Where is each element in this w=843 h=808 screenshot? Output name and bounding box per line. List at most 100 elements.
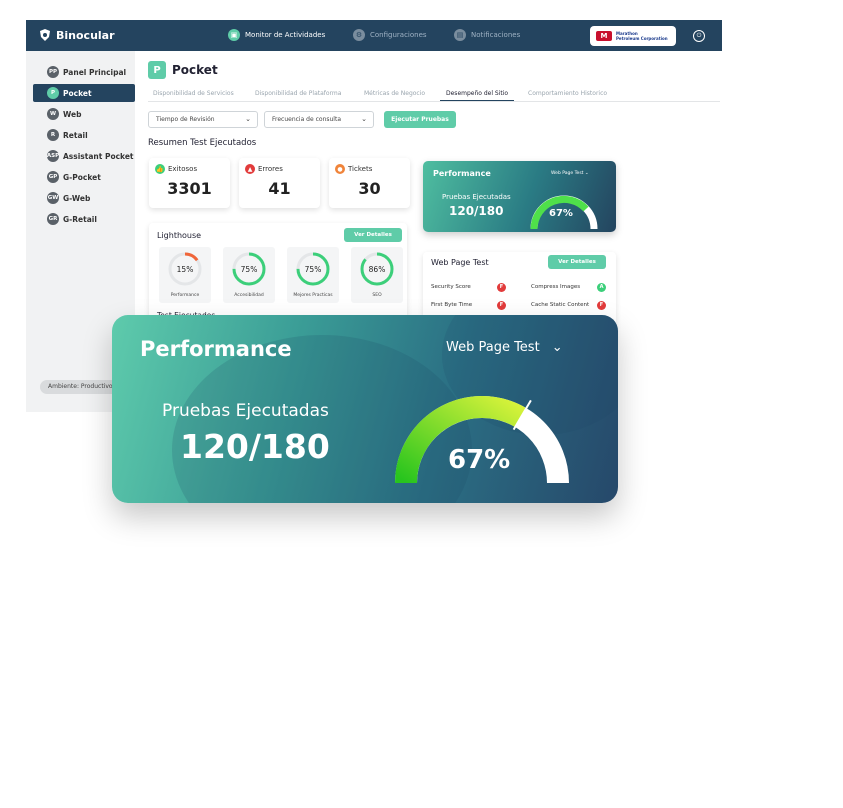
top-navbar: Binocular ▣ Monitor de Actividades ⚙ Con…: [26, 20, 722, 51]
lighthouse-mejores-practicas: 75% Mejores Practicas: [287, 247, 339, 303]
chevron-down-icon: ⌄: [584, 171, 589, 176]
lighthouse-title: Lighthouse: [157, 231, 202, 240]
sidebar-badge: ASP: [47, 150, 59, 162]
lighthouse-value: 86%: [368, 265, 386, 274]
sidebar-item-panel-principal[interactable]: PP Panel Principal: [33, 63, 135, 81]
sidebar-item-label: Panel Principal: [63, 67, 127, 77]
lighthouse-label: Accesibilidad: [234, 293, 264, 298]
nav-label: Configuraciones: [370, 31, 427, 39]
lighthouse-label: Mejores Practicas: [293, 293, 333, 298]
sidebar-badge: GR: [47, 213, 59, 225]
sidebar-item-g-web[interactable]: GW G-Web: [33, 189, 135, 207]
sidebar-item-g-pocket[interactable]: GP G-Pocket: [33, 168, 135, 186]
wpt-row-label: Security Score: [431, 284, 471, 290]
performance-title: Performance: [433, 169, 491, 178]
stat-label: Exitosos: [168, 165, 198, 173]
brand-name: Binocular: [56, 28, 115, 42]
sidebar-item-label: Retail: [63, 130, 88, 140]
wpt-grade: A: [597, 283, 606, 292]
sidebar-item-label: G-Retail: [63, 214, 97, 224]
sidebar-item-label: Assistant Pocket: [63, 151, 134, 161]
sidebar-item-assistant-pocket[interactable]: ASP Assistant Pocket: [33, 147, 135, 165]
performance-selector[interactable]: Web Page Test ⌄: [551, 171, 589, 176]
page-title-text: Pocket: [172, 63, 218, 77]
sidebar-item-label: Pocket: [63, 88, 92, 98]
page-title: P Pocket: [148, 61, 218, 79]
tab-disponibilidad-plataforma[interactable]: Disponibilidad de Plataforma: [255, 90, 341, 97]
ticket-icon: ●: [335, 164, 345, 174]
tests-value: 120/180: [180, 427, 330, 466]
web-page-test-details-button[interactable]: Ver Detalles: [548, 255, 606, 269]
nav-label: Monitor de Actividades: [245, 31, 326, 39]
tab-disponibilidad-servicios[interactable]: Disponibilidad de Servicios: [153, 90, 234, 97]
time-select[interactable]: Tiempo de Revisión ⌄: [148, 111, 258, 128]
binocular-logo-icon: [40, 29, 50, 41]
nav-monitor-actividades[interactable]: ▣ Monitor de Actividades: [228, 29, 325, 41]
sidebar-item-pocket[interactable]: P Pocket: [33, 84, 135, 102]
sidebar-badge: PP: [47, 66, 59, 78]
performance-gauge: [395, 396, 569, 484]
time-select-value: Tiempo de Revisión: [156, 116, 215, 123]
power-icon[interactable]: ⏻: [693, 30, 705, 42]
performance-selector[interactable]: Web Page Test ⌄: [446, 340, 563, 355]
performance-gauge-small: 67%: [530, 195, 598, 230]
nav-label: Notificaciones: [471, 31, 521, 39]
wpt-row-label: First Byte Time: [431, 302, 473, 308]
sidebar-badge: P: [47, 87, 59, 99]
wpt-row-label: Cache Static Content: [531, 302, 590, 308]
lighthouse-performance: 15% Performance: [159, 247, 211, 303]
stat-errores: ▲ Errores 41: [239, 158, 320, 208]
tab-comportamiento-historico[interactable]: Comportamiento Historico: [528, 90, 607, 97]
stat-value: 41: [268, 179, 291, 198]
frequency-select-value: Frecuencia de consulta: [272, 116, 341, 123]
lighthouse-label: SEO: [372, 293, 382, 298]
nav-notificaciones[interactable]: ▤ Notificaciones: [454, 29, 520, 41]
sidebar-badge: GP: [47, 171, 59, 183]
lighthouse-details-button[interactable]: Ver Detalles: [344, 228, 402, 242]
tests-label: Pruebas Ejecutadas: [442, 193, 511, 201]
tab-bar: Disponibilidad de Servicios Disponibilid…: [148, 88, 720, 102]
performance-card-small: Performance Web Page Test ⌄ Pruebas Ejec…: [423, 161, 616, 232]
sidebar-badge: GW: [47, 192, 59, 204]
tests-value: 120/180: [449, 204, 504, 218]
chevron-down-icon: ⌄: [361, 115, 367, 123]
chevron-down-icon: ⌄: [245, 115, 251, 123]
performance-selector-value: Web Page Test: [446, 340, 540, 355]
frequency-select[interactable]: Frecuencia de consulta ⌄: [264, 111, 374, 128]
tests-label: Pruebas Ejecutadas: [162, 401, 329, 421]
gauge-value: 67%: [549, 208, 573, 219]
sidebar-item-label: Web: [63, 109, 82, 119]
run-tests-button[interactable]: Ejecutar Pruebas: [384, 111, 456, 128]
thumbs-up-icon: 👍: [155, 164, 165, 174]
sidebar-item-retail[interactable]: R Retail: [33, 126, 135, 144]
sidebar-item-web[interactable]: W Web: [33, 105, 135, 123]
performance-selector-value: Web Page Test: [551, 171, 584, 176]
wpt-grade: F: [497, 301, 506, 310]
sidebar-badge: R: [47, 129, 59, 141]
stat-value: 3301: [167, 179, 212, 198]
monitor-icon: ▣: [228, 29, 240, 41]
wpt-grade: F: [597, 301, 606, 310]
tab-metricas-negocio[interactable]: Métricas de Negocio: [364, 90, 425, 97]
lighthouse-accesibilidad: 75% Accesibilidad: [223, 247, 275, 303]
lighthouse-value: 15%: [176, 265, 194, 274]
wpt-grade: F: [497, 283, 506, 292]
summary-title: Resumen Test Ejecutados: [148, 138, 257, 148]
gear-icon: ⚙: [353, 29, 365, 41]
marathon-logo-icon: M: [596, 31, 612, 41]
lighthouse-value: 75%: [304, 265, 322, 274]
nav-configuraciones[interactable]: ⚙ Configuraciones: [353, 29, 427, 41]
web-page-test-title: Web Page Test: [431, 258, 489, 267]
brand-logo[interactable]: Binocular: [38, 28, 115, 42]
bell-icon: ▤: [454, 29, 466, 41]
sidebar-item-label: G-Pocket: [63, 172, 101, 182]
lighthouse-value: 75%: [240, 265, 258, 274]
sidebar-item-g-retail[interactable]: GR G-Retail: [33, 210, 135, 228]
gauge-value: 67%: [448, 445, 511, 475]
lighthouse-label: Performance: [170, 293, 200, 298]
performance-title: Performance: [140, 337, 292, 361]
tab-desempeno-sitio[interactable]: Desempeño del Sitio: [440, 90, 515, 101]
stat-label: Tickets: [348, 165, 373, 173]
stat-tickets: ● Tickets 30: [329, 158, 410, 208]
page-badge: P: [148, 61, 166, 79]
